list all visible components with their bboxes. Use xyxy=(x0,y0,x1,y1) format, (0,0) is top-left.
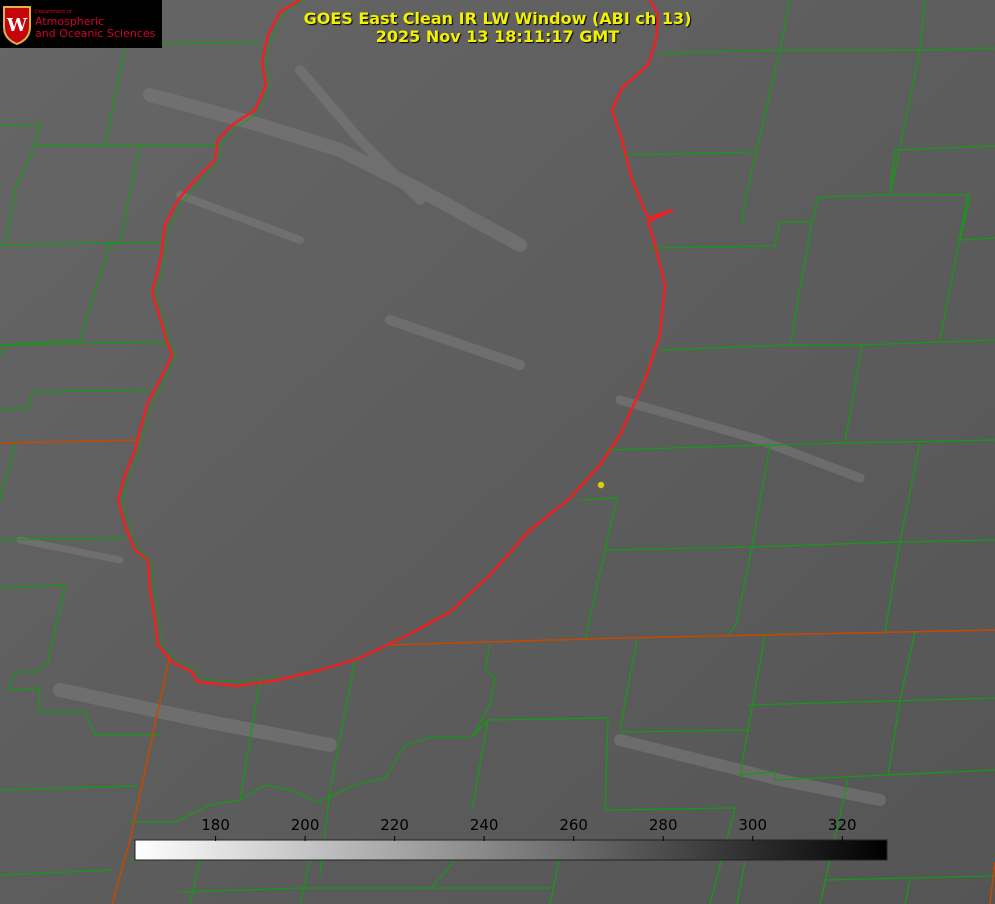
colorbar-tick-label: 180 xyxy=(201,816,230,834)
colorbar-tick-label: 300 xyxy=(738,816,767,834)
colorbar-tick-label: 220 xyxy=(380,816,409,834)
colorbar-tick-label: 280 xyxy=(649,816,678,834)
colorbar-tick-label: 320 xyxy=(828,816,857,834)
satellite-image: 180 200 220 240 260 280 300 320 W Department of… xyxy=(0,0,995,904)
map-layer: 180 200 220 240 260 280 300 320 xyxy=(0,0,995,904)
title-line-2: 2025 Nov 13 18:11:17 GMT xyxy=(375,27,620,46)
image-title: GOES East Clean IR LW Window (ABI ch 13)… xyxy=(0,10,995,46)
colorbar-tick-label: 260 xyxy=(559,816,588,834)
location-dot-icon xyxy=(597,481,605,489)
background xyxy=(0,0,995,904)
colorbar-tick-label: 240 xyxy=(470,816,499,834)
colorbar-ramp xyxy=(134,839,888,861)
colorbar-tick-label: 200 xyxy=(291,816,320,834)
title-line-1: GOES East Clean IR LW Window (ABI ch 13) xyxy=(303,9,692,28)
